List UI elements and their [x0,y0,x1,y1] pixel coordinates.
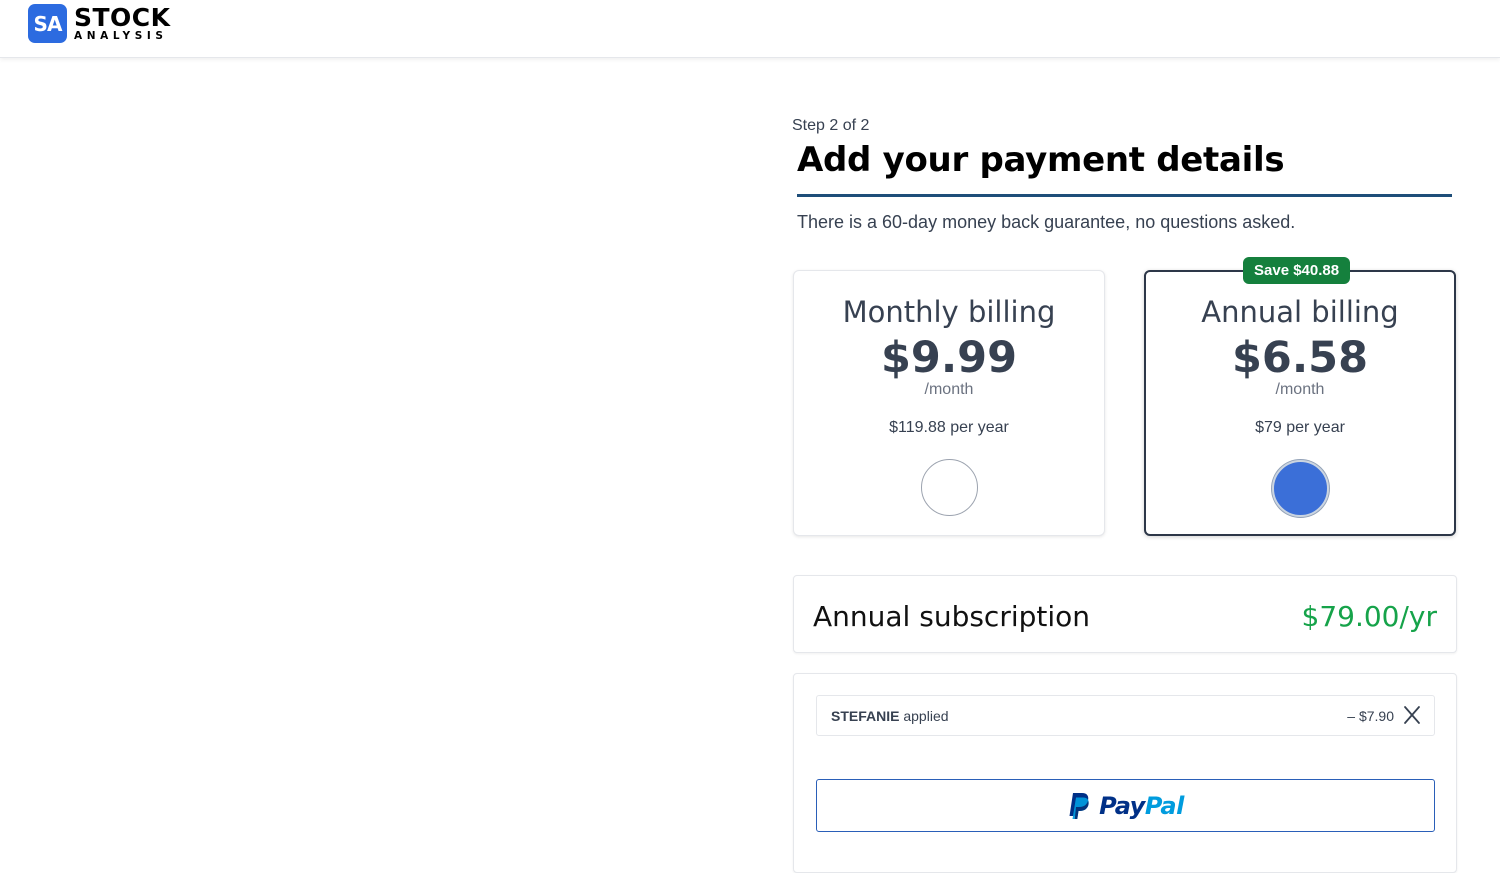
coupon-code: STEFANIE [831,708,900,724]
logo-analysis-text: ANALYSIS [74,30,168,43]
coupon-applied-label: applied [903,708,949,724]
site-logo[interactable]: SA STOCK ANALYSIS [28,4,171,43]
monthly-radio-button[interactable] [921,459,978,516]
subscription-summary: Annual subscription $79.00/yr [793,575,1457,653]
page-title: Add your payment details [797,140,1285,180]
close-icon[interactable] [1402,704,1422,726]
annual-billing-card[interactable]: Annual billing $6.58 /month $79 per year [1144,270,1456,536]
plan-yearly-total: $119.88 per year [889,419,1009,436]
paypal-pal-text: Pal [1144,791,1184,820]
coupon-status: STEFANIE applied [831,708,949,724]
subscription-price: $79.00/yr [1301,600,1438,633]
plan-period: /month [1275,381,1325,398]
paypal-icon [1069,792,1089,819]
paypal-logo: PayPal [1067,792,1184,820]
plan-price: $6.58 [1231,333,1368,383]
paypal-button[interactable]: PayPal [816,779,1435,832]
plan-name: Monthly billing [842,295,1056,329]
logo-wordmark: STOCK ANALYSIS [74,5,171,42]
plan-yearly-total: $79 per year [1255,419,1345,436]
paypal-pay-text: Pay [1099,791,1145,820]
step-indicator: Step 2 of 2 [792,117,870,134]
payment-section: STEFANIE applied – $7.90 PayPal [793,673,1457,873]
site-header: SA STOCK ANALYSIS [0,0,1500,58]
subscription-label: Annual subscription [813,600,1091,633]
plan-price: $9.99 [880,333,1017,383]
logo-badge: SA [28,4,67,43]
plan-period: /month [924,381,974,398]
guarantee-text: There is a 60-day money back guarantee, … [797,212,1296,232]
savings-badge: Save $40.88 [1243,257,1351,284]
coupon-discount: – $7.90 [1347,708,1394,724]
logo-stock-text: STOCK [74,3,171,33]
title-divider [797,194,1452,197]
monthly-billing-card[interactable]: Monthly billing $9.99 /month $119.88 per… [793,270,1105,536]
applied-coupon: STEFANIE applied – $7.90 [816,695,1435,736]
plan-name: Annual billing [1201,295,1399,329]
annual-radio-button[interactable] [1272,460,1329,517]
paypal-wordmark: PayPal [1099,792,1184,820]
